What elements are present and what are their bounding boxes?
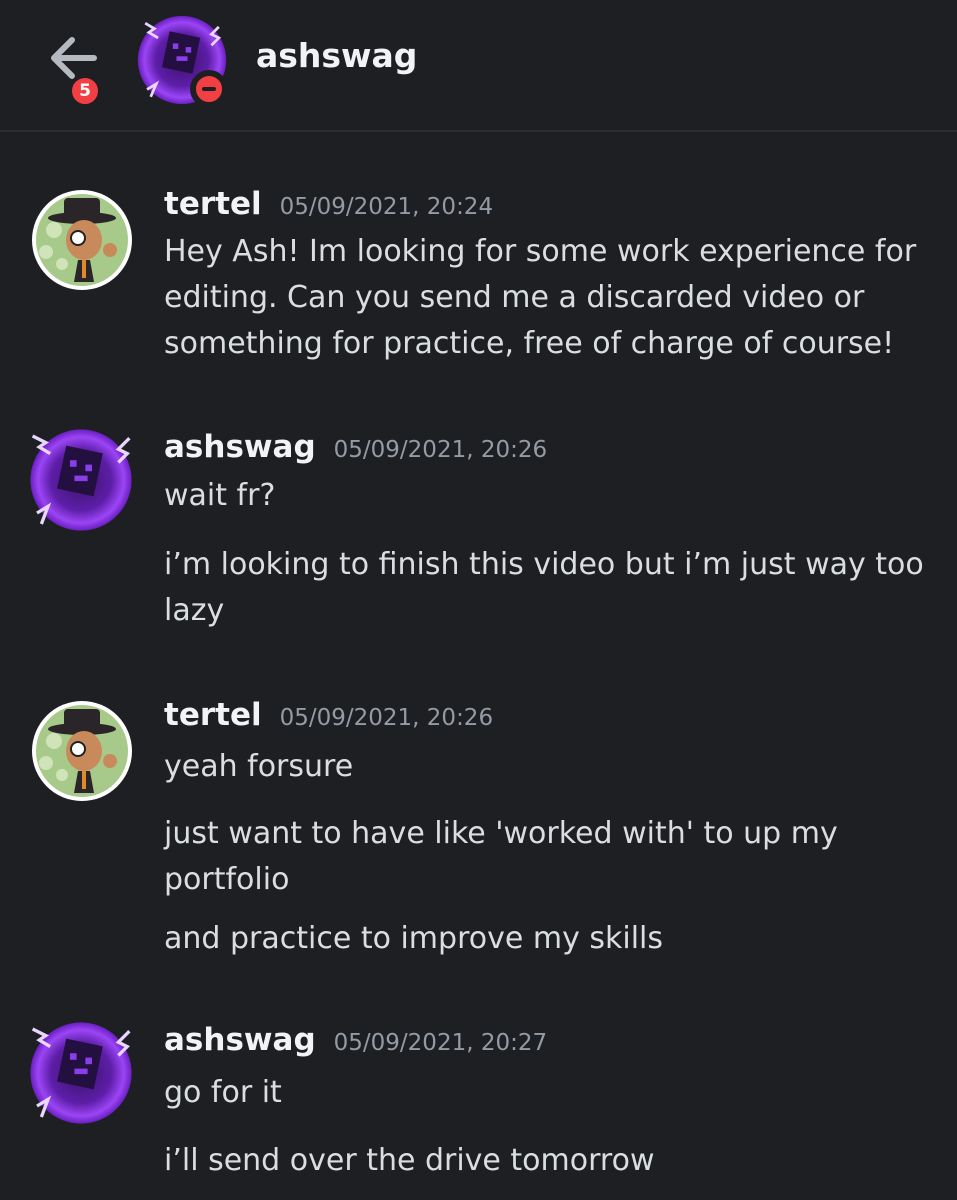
- message-text: yeah forsure: [164, 749, 354, 784]
- message-author[interactable]: ashswag: [164, 1022, 316, 1058]
- message-timestamp: 05/09/2021, 20:26: [333, 437, 548, 463]
- unread-badge: 5: [68, 74, 102, 108]
- message-text: wait fr?: [164, 478, 276, 513]
- dnd-status-icon: [190, 70, 228, 108]
- message-author[interactable]: tertel: [164, 186, 262, 222]
- avatar[interactable]: [32, 190, 132, 290]
- message-text: portfolio: [164, 862, 290, 897]
- avatar[interactable]: [30, 1022, 132, 1124]
- message-author[interactable]: tertel: [164, 697, 262, 733]
- arrow-left-icon: [51, 37, 97, 79]
- avatar[interactable]: [32, 701, 132, 801]
- message-text: something for practice, free of charge o…: [164, 326, 895, 361]
- back-button[interactable]: 5: [44, 34, 104, 108]
- message-text: i’m looking to finish this video but i’m…: [164, 547, 924, 582]
- message-text: Hey Ash! Im looking for some work experi…: [164, 234, 917, 269]
- message-timestamp: 05/09/2021, 20:26: [279, 705, 494, 731]
- page-title: ashswag: [256, 36, 418, 75]
- message-timestamp: 05/09/2021, 20:27: [333, 1030, 548, 1056]
- message-text: go for it: [164, 1075, 282, 1110]
- chat-header: 5 ashswag: [0, 0, 957, 132]
- message-text: editing. Can you send me a discarded vid…: [164, 280, 865, 315]
- message-author[interactable]: ashswag: [164, 429, 316, 465]
- message-text: and practice to improve my skills: [164, 921, 663, 956]
- avatar[interactable]: [30, 429, 132, 531]
- message-text: i’ll send over the drive tomorrow: [164, 1143, 655, 1178]
- message-timestamp: 05/09/2021, 20:24: [279, 194, 494, 220]
- message-text: just want to have like 'worked with' to …: [164, 816, 838, 851]
- message-text: lazy: [164, 593, 225, 628]
